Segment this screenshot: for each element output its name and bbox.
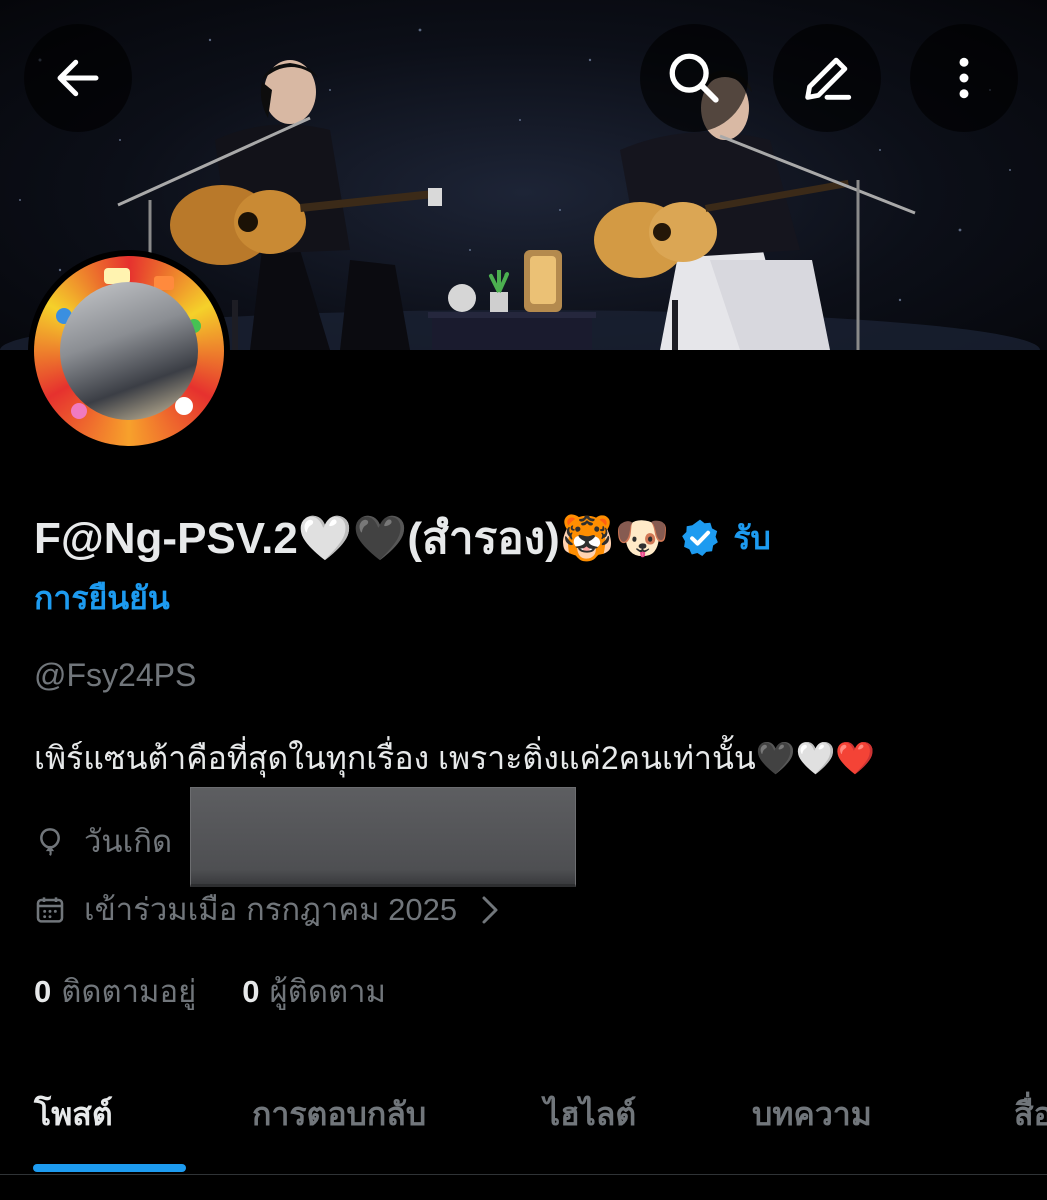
get-verified-link[interactable]: รับ [733,520,771,556]
birthday-label: วันเกิด [84,824,173,859]
followers-link[interactable]: 0 ผู้ติดตาม [242,968,386,1016]
back-button[interactable] [24,24,132,132]
display-name: F@Ng-PSV.2🤍🖤(สำรอง)🐯🐶 [34,514,670,563]
pencil-icon [805,57,852,100]
user-handle: @Fsy24PS [34,657,197,693]
following-label: ติดตามอยู่ [61,974,197,1009]
tab-replies[interactable]: การตอบกลับ [252,1088,426,1140]
search-icon [669,53,719,103]
more-options-button[interactable] [910,24,1018,132]
tabs-divider [0,1174,1047,1175]
birthday-row: วันเกิด [34,818,172,866]
avatar-photo [60,282,198,420]
profile-page: F@Ng-PSV.2🤍🖤(สำรอง)🐯🐶 รับ การยืนยัน @Fsy2… [0,0,1047,1200]
display-name-row: F@Ng-PSV.2🤍🖤(สำรอง)🐯🐶 รับ [34,508,1024,569]
search-button[interactable] [640,24,748,132]
avatar[interactable] [28,250,230,452]
profile-bio: เพิร์แซนต้าคือที่สุดในทุกเรื่อง เพราะติ่… [34,740,876,776]
tab-posts[interactable]: โพสต์ [34,1088,113,1140]
followers-count: 0 [242,974,260,1009]
redacted-overlay [190,787,576,887]
following-link[interactable]: 0 ติดตามอยู่ [34,968,196,1016]
calendar-icon [36,897,64,923]
profile-tabs: โพสต์ การตอบกลับ ไฮไลต์ บทความ สื่อ [0,1060,1047,1174]
chevron-right-icon [482,896,498,924]
more-vertical-icon [959,57,969,99]
tab-articles[interactable]: บทความ [752,1088,872,1140]
joined-date: เข้าร่วมเมือ กรกฎาคม 2025 [84,892,458,927]
verified-badge-icon[interactable] [679,515,721,557]
active-tab-indicator [33,1164,186,1172]
balloon-icon [40,828,60,856]
edit-button[interactable] [773,24,881,132]
arrow-left-icon [57,59,99,97]
tab-media[interactable]: สื่อ [1014,1088,1047,1140]
follow-stats: 0 ติดตามอยู่ 0 ผู้ติดตาม [34,968,386,1016]
get-verified-link-continued[interactable]: การยืนยัน [34,574,170,622]
followers-label: ผู้ติดตาม [269,974,386,1009]
avatar-image [34,256,224,446]
tab-highlights[interactable]: ไฮไลต์ [544,1088,636,1140]
following-count: 0 [34,974,52,1009]
joined-date-row[interactable]: เข้าร่วมเมือ กรกฎาคม 2025 [34,886,501,934]
